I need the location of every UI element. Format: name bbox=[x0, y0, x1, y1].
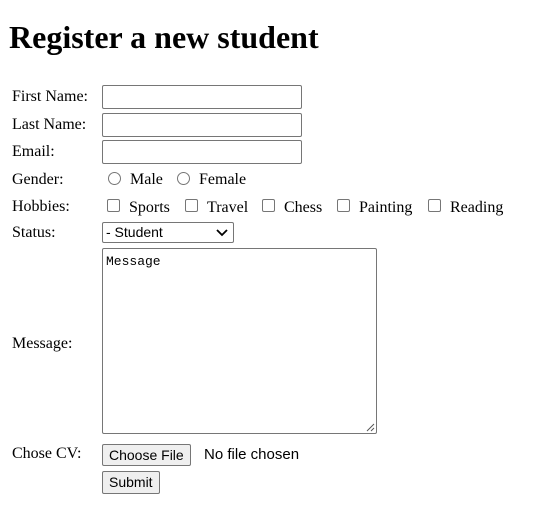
hobby-travel-label: Travel bbox=[207, 199, 249, 216]
hobby-chess-checkbox[interactable] bbox=[262, 199, 275, 212]
status-label: Status: bbox=[12, 224, 56, 241]
chevron-down-icon bbox=[216, 229, 228, 237]
cv-label: Chose CV: bbox=[12, 445, 82, 462]
gender-male-label: Male bbox=[130, 171, 163, 188]
hobby-painting-checkbox[interactable] bbox=[337, 199, 350, 212]
gender-female-label: Female bbox=[199, 171, 247, 188]
first-name-field[interactable] bbox=[102, 85, 302, 109]
first-name-label: First Name: bbox=[12, 88, 88, 105]
message-placeholder: Message bbox=[106, 254, 161, 269]
hobby-painting-label: Painting bbox=[359, 199, 413, 216]
email-field[interactable] bbox=[102, 140, 302, 164]
hobby-reading-checkbox[interactable] bbox=[428, 199, 441, 212]
hobby-chess-label: Chess bbox=[284, 199, 323, 216]
submit-button[interactable]: Submit bbox=[102, 471, 160, 494]
last-name-field[interactable] bbox=[102, 113, 302, 137]
hobby-sports-label: Sports bbox=[129, 199, 170, 216]
hobby-travel-checkbox[interactable] bbox=[185, 199, 198, 212]
status-select[interactable]: - Student bbox=[102, 222, 234, 243]
file-status-text: No file chosen bbox=[204, 446, 300, 463]
message-label: Message: bbox=[12, 335, 73, 352]
hobby-sports-checkbox[interactable] bbox=[107, 199, 120, 212]
resize-grip-icon[interactable] bbox=[365, 422, 375, 432]
gender-male-radio[interactable] bbox=[108, 172, 121, 185]
email-label: Email: bbox=[12, 143, 55, 160]
page-title: Register a new student bbox=[9, 19, 319, 55]
message-textarea[interactable]: Message bbox=[102, 248, 377, 434]
status-selected-value: - Student bbox=[106, 224, 163, 240]
hobby-reading-label: Reading bbox=[450, 199, 504, 216]
gender-label: Gender: bbox=[12, 171, 64, 188]
gender-female-radio[interactable] bbox=[177, 172, 190, 185]
last-name-label: Last Name: bbox=[12, 116, 87, 133]
choose-file-button[interactable]: Choose File bbox=[102, 444, 191, 466]
hobbies-label: Hobbies: bbox=[12, 198, 70, 215]
